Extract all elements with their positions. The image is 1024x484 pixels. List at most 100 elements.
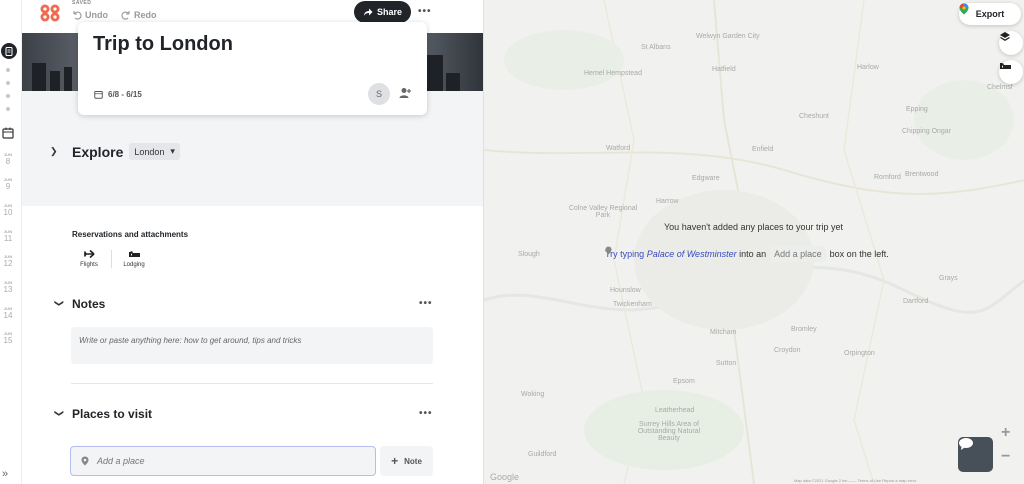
map-place-label: Leatherhead xyxy=(655,407,695,414)
trip-dates-label: 6/8 - 6/15 xyxy=(108,90,142,99)
section-dot[interactable] xyxy=(6,81,10,85)
explore-city-value: London xyxy=(134,146,165,157)
rail-day-number: 9 xyxy=(5,182,11,191)
flights-label: Flights xyxy=(80,262,98,268)
airplane-icon xyxy=(83,249,95,259)
map-place-label: Romford xyxy=(874,174,901,181)
rail-day[interactable]: JUN 14 xyxy=(0,306,16,320)
add-place-input[interactable]: Add a place xyxy=(70,446,376,476)
section-dot[interactable] xyxy=(6,107,10,111)
add-note-button[interactable]: + Note xyxy=(380,446,433,476)
section-dot[interactable] xyxy=(6,68,10,72)
map-place-label: Woking xyxy=(521,391,545,398)
map-background xyxy=(484,0,1024,484)
map-place-label: Guildford xyxy=(528,451,557,458)
notes-section-header[interactable]: ❯ Notes xyxy=(54,297,106,311)
chevron-right-icon[interactable]: ❯ xyxy=(50,146,72,157)
explore-title: Explore xyxy=(72,143,124,160)
notes-title: Notes xyxy=(72,297,106,311)
zoom-in-button[interactable]: + xyxy=(1001,424,1010,442)
map-place-label: Colne Valley Regional Park xyxy=(568,205,638,219)
explore-city-select[interactable]: London ▾ xyxy=(129,143,180,160)
redo-icon xyxy=(121,11,130,20)
rail-day[interactable]: JUN 12 xyxy=(0,254,16,268)
bed-icon xyxy=(128,251,140,257)
google-logo: Google xyxy=(490,472,520,482)
map-place-label: Grays xyxy=(939,275,958,282)
hint-chip-label: Add a place xyxy=(774,249,822,259)
logo-icon[interactable] xyxy=(40,4,60,22)
rail-day[interactable]: JUN 11 xyxy=(0,229,16,243)
more-options-button[interactable]: ••• xyxy=(418,6,432,17)
section-dot[interactable] xyxy=(6,94,10,98)
share-button[interactable]: Share xyxy=(354,1,411,23)
map-place-label: Hemel Hempstead xyxy=(584,70,642,77)
lodging-button[interactable]: Lodging xyxy=(119,248,149,268)
chat-bubble-icon xyxy=(959,438,973,450)
zoom-out-button[interactable]: − xyxy=(1001,448,1010,466)
trip-dates[interactable]: 6/8 - 6/15 xyxy=(94,90,142,99)
map-place-label: Enfield xyxy=(752,146,774,153)
rail-day[interactable]: JUN 9 xyxy=(0,177,16,191)
document-icon xyxy=(5,46,13,56)
rail-day-number: 12 xyxy=(3,259,13,268)
undo-button[interactable]: Undo xyxy=(72,10,108,20)
map-pin-icon xyxy=(605,246,612,255)
rail-day[interactable]: JUN 15 xyxy=(0,331,16,345)
trip-title[interactable]: Trip to London xyxy=(93,33,233,56)
flights-button[interactable]: Flights xyxy=(74,248,104,268)
export-label: Export xyxy=(975,9,1005,19)
rail-day[interactable]: JUN 13 xyxy=(0,280,16,294)
map-place-label: Hounslow xyxy=(610,287,641,294)
saved-status: SAVED xyxy=(72,0,92,6)
map-place-label: Bromley xyxy=(791,326,817,333)
chevron-down-icon: ❯ xyxy=(54,409,65,417)
map-lodging-button[interactable] xyxy=(999,60,1023,84)
places-title: Places to visit xyxy=(72,407,153,421)
map-place-label: Cheshunt xyxy=(799,113,829,120)
map-place-label: Harrow xyxy=(656,198,679,205)
notes-textarea[interactable]: Write or paste anything here: how to get… xyxy=(71,327,433,364)
expand-rail-icon[interactable]: » xyxy=(2,468,8,480)
day-rail: JUN 8 JUN 9 JUN 10 JUN 11 JUN 12 JUN 13 JUN 14 JUN 15 » xyxy=(0,0,22,484)
map-place-label: Hatfield xyxy=(712,66,736,73)
notes-more-button[interactable]: ••• xyxy=(419,298,433,309)
map-place-label: Surrey Hills Area of Outstanding Natural… xyxy=(637,421,701,442)
lodging-label: Lodging xyxy=(123,262,145,268)
empty-map-message: You haven't added any places to your tri… xyxy=(664,222,844,232)
add-place-placeholder: Add a place xyxy=(97,456,145,466)
hint-suffix: box on the left. xyxy=(829,249,889,259)
map-place-label: Harlow xyxy=(857,64,879,71)
map-place-label: Epsom xyxy=(673,378,695,385)
redo-button[interactable]: Redo xyxy=(121,10,157,20)
rail-day-number: 11 xyxy=(3,234,13,243)
rail-day[interactable]: JUN 8 xyxy=(0,152,16,166)
export-button[interactable]: Export xyxy=(959,3,1021,25)
calendar-icon[interactable] xyxy=(2,127,14,139)
overview-button[interactable] xyxy=(1,43,17,59)
explore-section-header: ❯ Explore London ▾ xyxy=(50,143,180,160)
places-more-button[interactable]: ••• xyxy=(419,408,433,419)
places-section-header[interactable]: ❯ Places to visit xyxy=(54,407,153,421)
rail-day-number: 13 xyxy=(3,285,13,294)
undo-icon xyxy=(73,11,82,20)
chat-button[interactable] xyxy=(958,437,993,472)
undo-label: Undo xyxy=(85,10,108,20)
rail-day[interactable]: JUN 10 xyxy=(0,203,16,217)
empty-map-hint: Try typing Palace of Westminster into an… xyxy=(605,246,889,262)
add-person-icon[interactable] xyxy=(398,86,412,100)
map-pin-icon xyxy=(81,456,89,466)
map-layers-button[interactable] xyxy=(999,31,1023,55)
map-attribution[interactable]: Map data ©2021 Google 2 km —— Terms of U… xyxy=(794,478,916,483)
avatar[interactable]: S xyxy=(368,83,390,105)
plus-icon: + xyxy=(391,454,399,468)
map-place-label: Sutton xyxy=(716,360,737,367)
map-place-label: St Albans xyxy=(641,44,671,51)
map-view[interactable]: Welwyn Garden City Hemel Hempstead St Alba… xyxy=(483,0,1024,484)
rail-day-number: 14 xyxy=(3,311,13,320)
calendar-icon xyxy=(94,91,103,99)
google-maps-icon xyxy=(959,3,969,15)
divider xyxy=(71,383,433,384)
map-place-label: Chelmsf xyxy=(987,84,1013,91)
map-place-label: Orpington xyxy=(844,350,875,357)
